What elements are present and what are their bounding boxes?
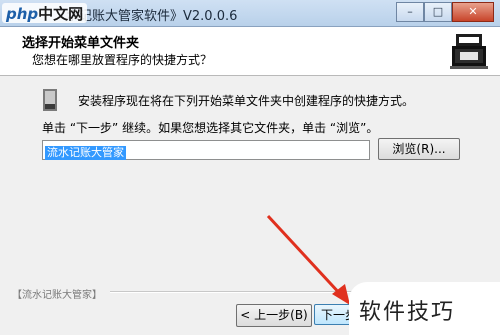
corner-watermark-text: 软件技巧 (359, 300, 456, 325)
corner-watermark: 软件技巧 (349, 282, 500, 335)
installer-window: 水记账大管家软件》V2.0.0.6 – □ ✕ php中文网 选择开始菜单文件夹… (0, 0, 500, 335)
